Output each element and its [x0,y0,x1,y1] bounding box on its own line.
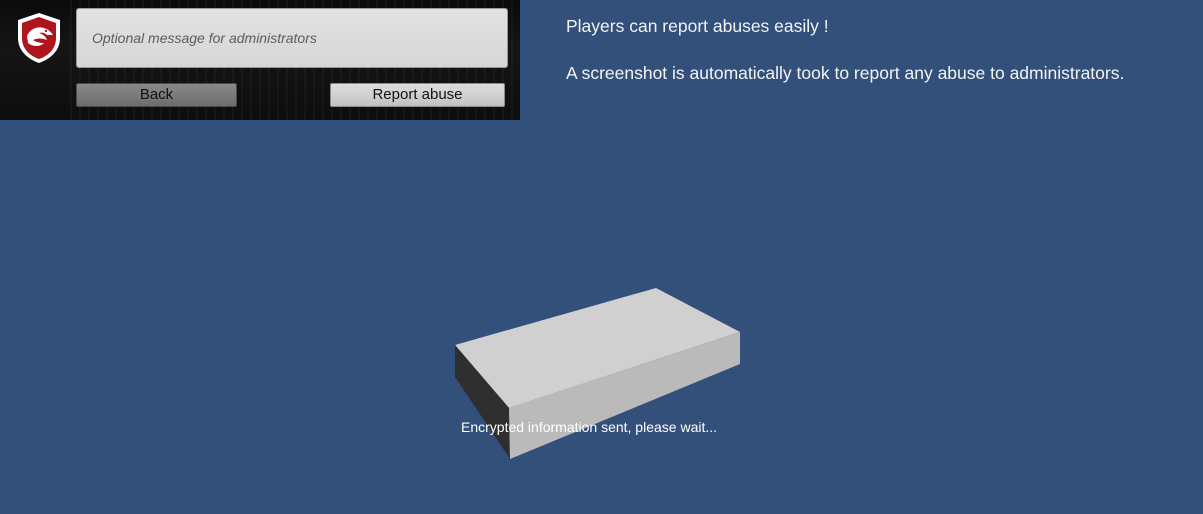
info-line-1: Players can report abuses easily ! [566,16,829,36]
info-line-2: A screenshot is automatically took to re… [566,63,1125,83]
admin-message-input[interactable] [76,8,508,68]
status-message: Encrypted information sent, please wait.… [461,419,718,435]
back-button[interactable]: Back [76,83,237,107]
report-abuse-panel: Back Report abuse [0,0,520,120]
report-abuse-button[interactable]: Report abuse [330,83,505,107]
game-viewport: Encrypted information sent, please wait.… [0,0,1203,514]
eagle-shield-icon [18,13,60,63]
